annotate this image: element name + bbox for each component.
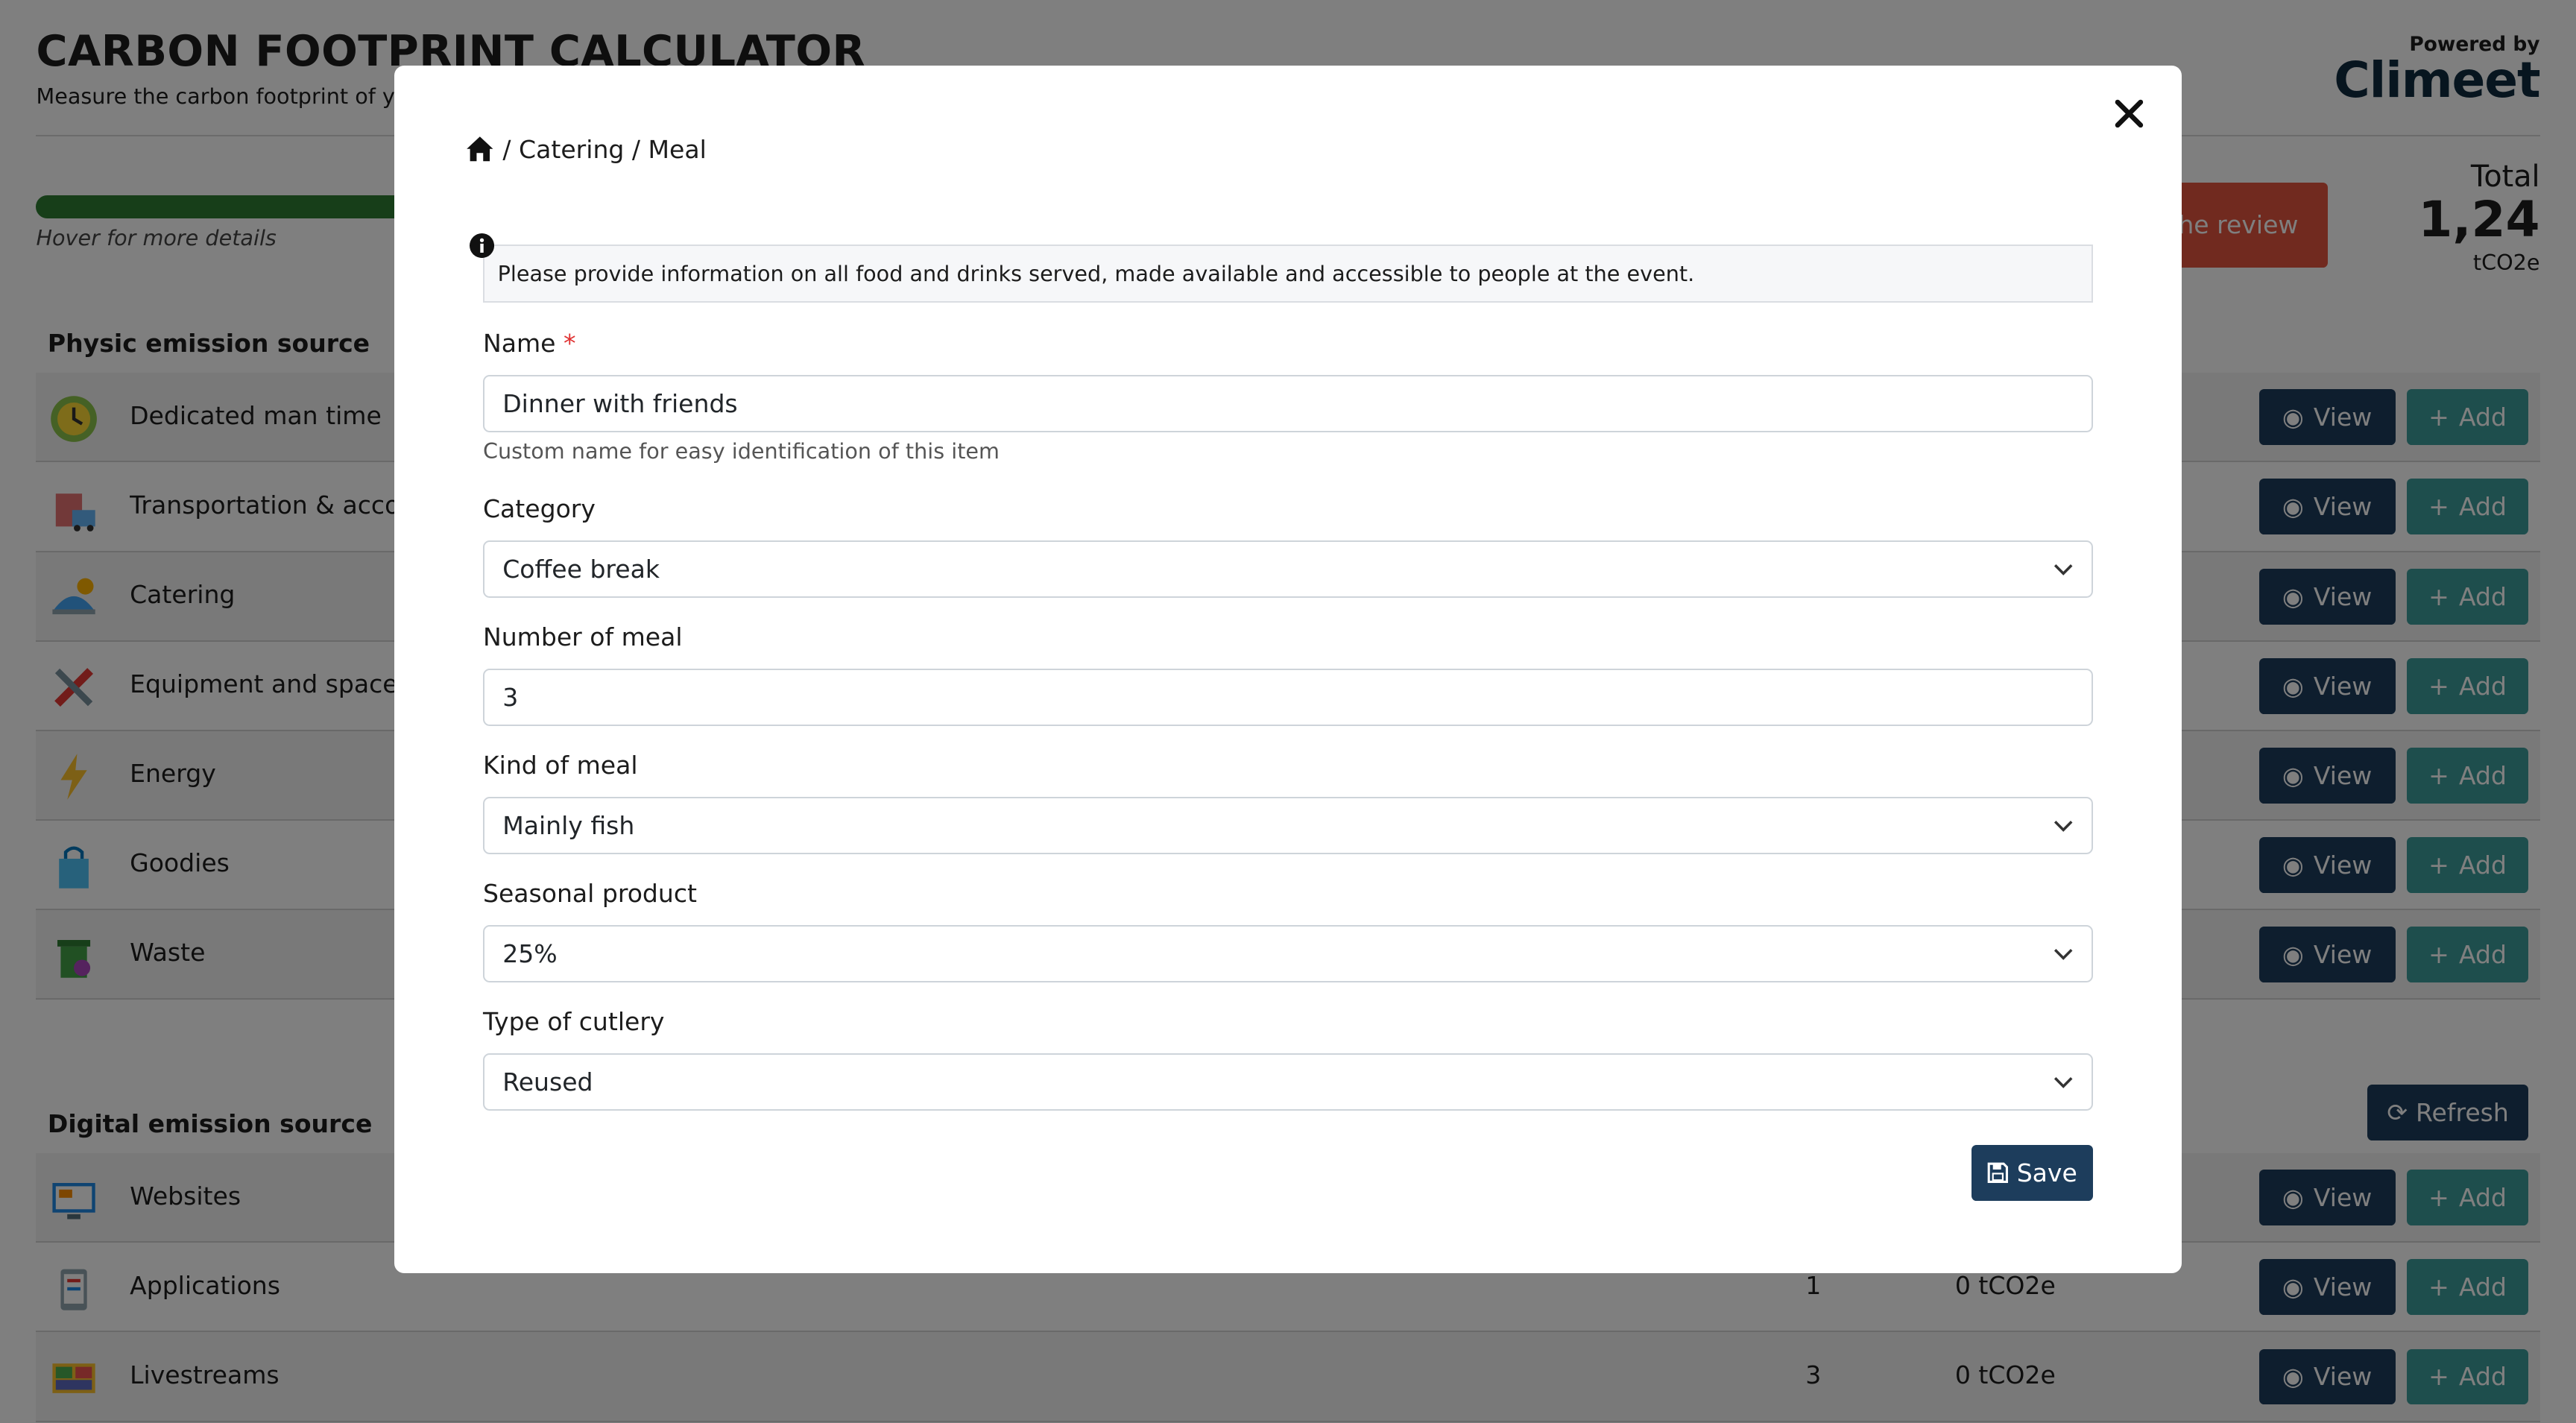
seasonal-value: 25% xyxy=(502,938,558,968)
seasonal-label: Seasonal product xyxy=(482,879,697,909)
meal-modal: / Catering / Meal Please provide informa… xyxy=(394,66,2182,1274)
save-button[interactable]: Save xyxy=(1971,1145,2093,1202)
chevron-down-icon xyxy=(2054,564,2073,575)
category-label: Category xyxy=(482,494,596,524)
home-icon[interactable] xyxy=(465,135,495,163)
meals-label: Number of meal xyxy=(482,622,683,652)
breadcrumb-path: / Catering / Meal xyxy=(502,134,707,164)
chevron-down-icon xyxy=(2054,1076,2073,1088)
close-icon xyxy=(2115,99,2144,127)
cutlery-select[interactable]: Reused xyxy=(482,1053,2093,1111)
name-label: Name * xyxy=(482,328,576,358)
required-marker: * xyxy=(564,328,576,358)
name-help-text: Custom name for easy identification of t… xyxy=(482,438,1000,464)
chevron-down-icon xyxy=(2054,948,2073,960)
category-select[interactable]: Coffee break xyxy=(482,540,2093,599)
cutlery-label: Type of cutlery xyxy=(482,1007,665,1037)
chevron-down-icon xyxy=(2054,820,2073,832)
kind-select[interactable]: Mainly fish xyxy=(482,796,2093,855)
kind-label: Kind of meal xyxy=(482,751,638,780)
kind-value: Mainly fish xyxy=(502,811,635,841)
info-notice: Please provide information on all food a… xyxy=(482,244,2093,303)
close-button[interactable] xyxy=(2109,94,2149,133)
floppy-disk-icon xyxy=(1987,1163,2009,1184)
category-value: Coffee break xyxy=(502,555,660,584)
info-icon xyxy=(470,233,495,259)
seasonal-select[interactable]: 25% xyxy=(482,924,2093,983)
name-input[interactable] xyxy=(482,374,2093,432)
meals-input[interactable] xyxy=(482,669,2093,727)
cutlery-value: Reused xyxy=(502,1067,593,1097)
breadcrumb: / Catering / Meal xyxy=(465,135,707,164)
